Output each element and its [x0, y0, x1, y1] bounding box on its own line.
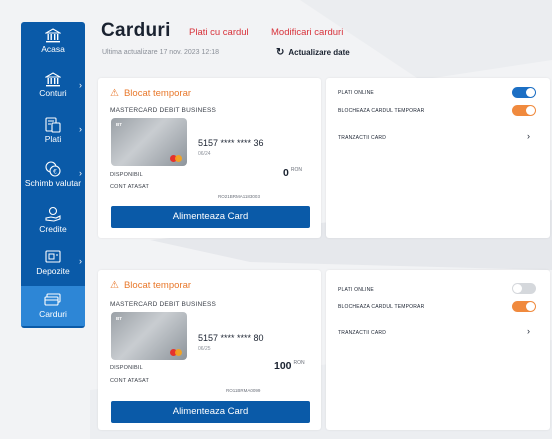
- refresh-button[interactable]: ↻ Actualizare date: [276, 47, 350, 58]
- sidebar-item-label: Depozite: [36, 266, 70, 276]
- mastercard-logo: [170, 349, 182, 356]
- card-number: 5157 **** **** 36: [198, 138, 264, 148]
- chevron-right-icon: ›: [79, 124, 82, 134]
- available-amount: 0 RON: [283, 167, 302, 179]
- sidebar-item-acasa[interactable]: Acasa: [21, 28, 85, 68]
- block-card-toggle[interactable]: [512, 301, 536, 312]
- chevron-right-icon: ›: [79, 168, 82, 178]
- sidebar-item-label: Carduri: [39, 309, 67, 319]
- block-card-label: BLOCHEAZA CARDUL TEMPORAR: [338, 108, 425, 114]
- warning-icon: ⚠: [110, 88, 119, 99]
- chevron-right-icon: ›: [79, 256, 82, 266]
- chevron-right-icon[interactable]: ›: [527, 131, 530, 141]
- iban: RO11BRMA0099: [226, 388, 261, 393]
- bank-icon: [45, 72, 61, 87]
- card-options-panel: PLATI ONLINE BLOCHEAZA CARDUL TEMPORAR T…: [326, 78, 550, 238]
- card-expiry: 06/24: [198, 151, 211, 157]
- available-label: DISPONIBIL: [110, 172, 143, 178]
- bank-logo: BT: [116, 122, 122, 127]
- credit-hand-icon: [45, 206, 61, 222]
- sidebar-item-label: Credite: [39, 224, 67, 234]
- chevron-right-icon: ›: [79, 80, 82, 90]
- card-expiry: 06/25: [198, 346, 211, 352]
- online-payments-label: PLATI ONLINE: [338, 287, 374, 293]
- refresh-label: Actualizare date: [288, 48, 350, 57]
- account-label: CONT ATASAT: [110, 378, 150, 384]
- top-up-card-button[interactable]: Alimenteaza Card: [111, 206, 310, 228]
- toggle-knob: [526, 106, 535, 115]
- card-type: MASTERCARD DEBIT BUSINESS: [110, 107, 217, 114]
- iban: RO21BRMA1183003: [218, 194, 260, 199]
- bank-logo: BT: [116, 316, 122, 321]
- payment-icon: [45, 117, 61, 133]
- top-up-card-button[interactable]: Alimenteaza Card: [111, 401, 310, 423]
- mastercard-logo: [170, 155, 182, 162]
- card-transactions-label: TRANZACTII CARD: [338, 330, 386, 336]
- card-panel: ⚠ Blocat temporar MASTERCARD DEBIT BUSINE…: [98, 78, 321, 238]
- block-card-label: BLOCHEAZA CARDUL TEMPORAR: [338, 304, 425, 310]
- online-payments-label: PLATI ONLINE: [338, 90, 374, 96]
- currency-exchange-icon: €: [45, 161, 61, 177]
- card-panel: ⚠ Blocat temporar MASTERCARD DEBIT BUSINE…: [98, 270, 321, 430]
- link-plati-cu-cardul[interactable]: Plati cu cardul: [189, 27, 249, 38]
- deposit-icon: [45, 250, 61, 263]
- toggle-knob: [513, 284, 522, 293]
- account-label: CONT ATASAT: [110, 184, 150, 190]
- sidebar-item-depozite[interactable]: › Depozite: [21, 248, 85, 288]
- sidebar-nav: Acasa › Conturi › Plati € › Schimb valut…: [21, 22, 85, 328]
- sidebar-item-label: Schimb valutar: [24, 178, 82, 188]
- sidebar-item-carduri[interactable]: Carduri: [21, 286, 85, 326]
- card-type: MASTERCARD DEBIT BUSINESS: [110, 301, 217, 308]
- status-badge: ⚠ Blocat temporar: [110, 88, 191, 99]
- card-image: BT: [111, 118, 187, 166]
- available-label: DISPONIBIL: [110, 365, 143, 371]
- card-options-panel: PLATI ONLINE BLOCHEAZA CARDUL TEMPORAR T…: [326, 270, 550, 430]
- card-transactions-label: TRANZACTII CARD: [338, 135, 386, 141]
- sidebar-item-label: Conturi: [39, 88, 67, 98]
- refresh-icon: ↻: [276, 47, 285, 58]
- link-modificari-carduri[interactable]: Modificari carduri: [271, 27, 343, 38]
- last-update-text: Ultima actualizare 17 nov. 2023 12:18: [102, 49, 219, 56]
- status-badge: ⚠ Blocat temporar: [110, 280, 191, 291]
- toggle-knob: [526, 302, 535, 311]
- available-amount: 100 RON: [274, 360, 305, 372]
- sidebar-item-conturi[interactable]: › Conturi: [21, 72, 85, 112]
- page-title: Carduri: [101, 20, 171, 41]
- card-icon: [44, 293, 61, 306]
- status-text: Blocat temporar: [123, 88, 192, 99]
- online-payments-toggle[interactable]: [512, 87, 536, 98]
- status-text: Blocat temporar: [123, 280, 192, 291]
- currency: RON: [293, 360, 305, 366]
- chevron-right-icon[interactable]: ›: [527, 326, 530, 336]
- card-image: BT: [111, 312, 187, 360]
- sidebar-item-credite[interactable]: Credite: [21, 206, 85, 246]
- card-number: 5157 **** **** 80: [198, 333, 264, 343]
- block-card-toggle[interactable]: [512, 105, 536, 116]
- warning-icon: ⚠: [110, 280, 119, 291]
- sidebar-item-label: Acasa: [41, 44, 65, 54]
- sidebar-item-label: Plati: [44, 134, 62, 144]
- bank-icon: [45, 28, 61, 43]
- sidebar-item-schimb-valutar[interactable]: € › Schimb valutar: [21, 160, 85, 200]
- svg-text:€: €: [53, 169, 57, 176]
- online-payments-toggle[interactable]: [512, 283, 536, 294]
- toggle-knob: [526, 88, 535, 97]
- currency: RON: [290, 167, 302, 173]
- sidebar-item-plati[interactable]: › Plati: [21, 116, 85, 156]
